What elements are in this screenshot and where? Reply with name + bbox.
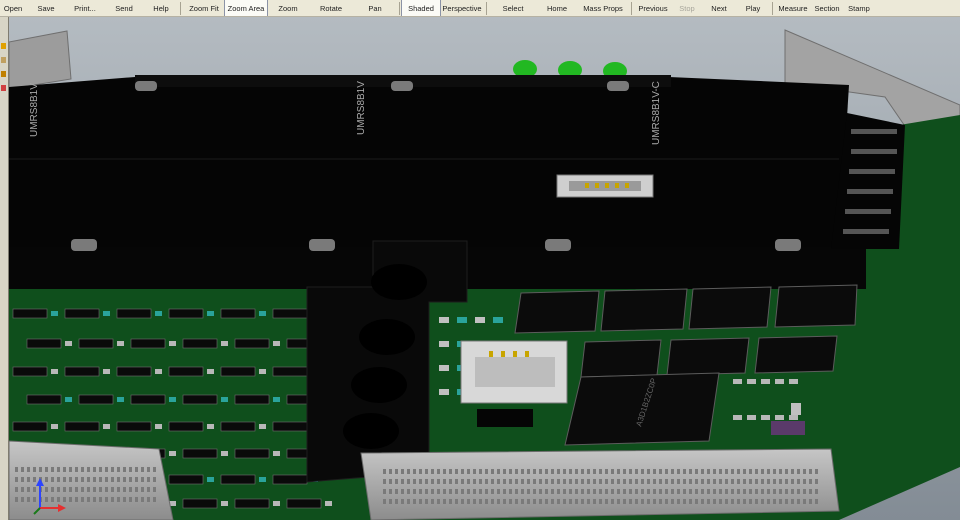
stamp-button[interactable]: Stamp [843, 0, 875, 16]
axis-triad [33, 478, 66, 515]
send-button[interactable]: Send [104, 0, 144, 16]
toolbar-separator [399, 1, 400, 15]
play-button[interactable]: Play [736, 0, 770, 16]
open-button[interactable]: Open [0, 0, 26, 16]
module-label: UMRS8B1V [356, 81, 367, 135]
small-black-part [477, 409, 533, 427]
shaded-button[interactable]: Shaded [401, 0, 441, 16]
3d-viewport[interactable]: UMRS8B1V UMRS8B1V UMRS8B1V-C A3D1B2ZC0P [9, 17, 960, 520]
module-label: UMRS8B1V [29, 83, 40, 137]
pan-button[interactable]: Pan [353, 0, 397, 16]
toolbar-separator [631, 1, 632, 15]
toolbar-separator [772, 1, 773, 15]
header-connector [460, 340, 568, 404]
small-gray-part [791, 403, 801, 415]
stop-button[interactable]: Stop [672, 0, 702, 16]
module-small-connector [556, 174, 654, 198]
panel-tab-icon[interactable] [1, 57, 6, 63]
module-label: UMRS8B1V-C [651, 81, 662, 145]
perspective-button[interactable]: Perspective [440, 0, 484, 16]
edge-connector-right [360, 448, 840, 520]
axis-y-arrow [36, 478, 44, 486]
panel-tab-icon[interactable] [1, 85, 6, 91]
home-button[interactable]: Home [537, 0, 577, 16]
next-button[interactable]: Next [702, 0, 736, 16]
axis-x-arrow [58, 504, 66, 512]
help-button[interactable]: Help [144, 0, 178, 16]
edge-connectors [9, 440, 840, 520]
select-button[interactable]: Select [489, 0, 537, 16]
memory-module-body [9, 76, 849, 249]
mass-props-button[interactable]: Mass Props [577, 0, 629, 16]
rotate-button[interactable]: Rotate [309, 0, 353, 16]
panel-tab-icon[interactable] [1, 43, 6, 49]
zoom-fit-button[interactable]: Zoom Fit [183, 0, 225, 16]
axis-z [33, 507, 41, 515]
zoom-button[interactable]: Zoom [267, 0, 309, 16]
print-button[interactable]: Print... [66, 0, 104, 16]
toolbar-separator [180, 1, 181, 15]
zoom-area-button[interactable]: Zoom Area [224, 0, 268, 16]
save-button[interactable]: Save [26, 0, 66, 16]
toolbar-separator [486, 1, 487, 15]
left-panel-strip [0, 17, 9, 520]
section-button[interactable]: Section [811, 0, 843, 16]
panel-tab-icon[interactable] [1, 71, 6, 77]
measure-button[interactable]: Measure [775, 0, 811, 16]
previous-button[interactable]: Previous [634, 0, 672, 16]
main-toolbar: Open Save Print... Send Help Zoom Fit Zo… [0, 0, 960, 17]
small-purple-part [771, 421, 805, 435]
